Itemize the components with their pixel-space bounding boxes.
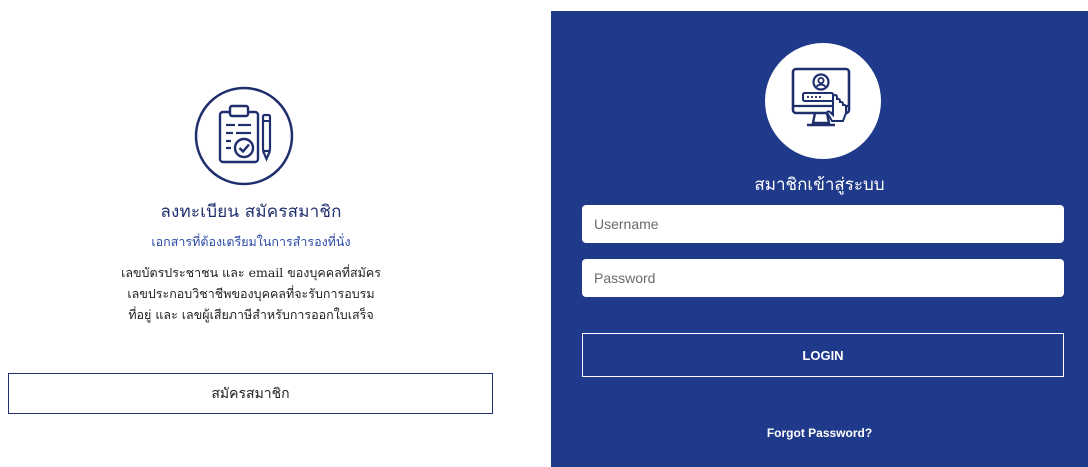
requirement-line: ที่อยู่ และ เลขผู้เสียภาษีสำหรับการออกใบ… [128, 307, 374, 322]
register-subtitle: เอกสารที่ต้องเตรียมในการสำรองที่นั่ง [151, 234, 351, 249]
login-title: สมาชิกเข้าสู่ระบบ [754, 175, 885, 195]
requirement-line: เลขบัตรประชาชน และ email ของบุคคลที่สมัค… [121, 265, 381, 280]
computer-login-icon [791, 67, 851, 127]
login-panel: สมาชิกเข้าสู่ระบบ LOGIN Forgot Password? [551, 11, 1088, 467]
register-panel: ลงทะเบียน สมัครสมาชิก เอกสารที่ต้องเตรีย… [0, 0, 520, 467]
register-title: ลงทะเบียน สมัครสมาชิก [160, 202, 342, 222]
forgot-password-link[interactable]: Forgot Password? [551, 426, 1088, 440]
clipboard-check-icon [193, 85, 295, 187]
register-button[interactable]: สมัครสมาชิก [8, 373, 493, 414]
login-icon-badge [765, 43, 881, 159]
page: ลงทะเบียน สมัครสมาชิก เอกสารที่ต้องเตรีย… [0, 0, 1088, 467]
password-input[interactable] [582, 259, 1064, 297]
register-requirements: เลขบัตรประชาชน และ email ของบุคคลที่สมัค… [0, 262, 502, 325]
requirement-line: เลขประกอบวิชาชีพของบุคคลที่จะรับการอบรม [127, 286, 375, 301]
login-button[interactable]: LOGIN [582, 333, 1064, 377]
username-input[interactable] [582, 205, 1064, 243]
